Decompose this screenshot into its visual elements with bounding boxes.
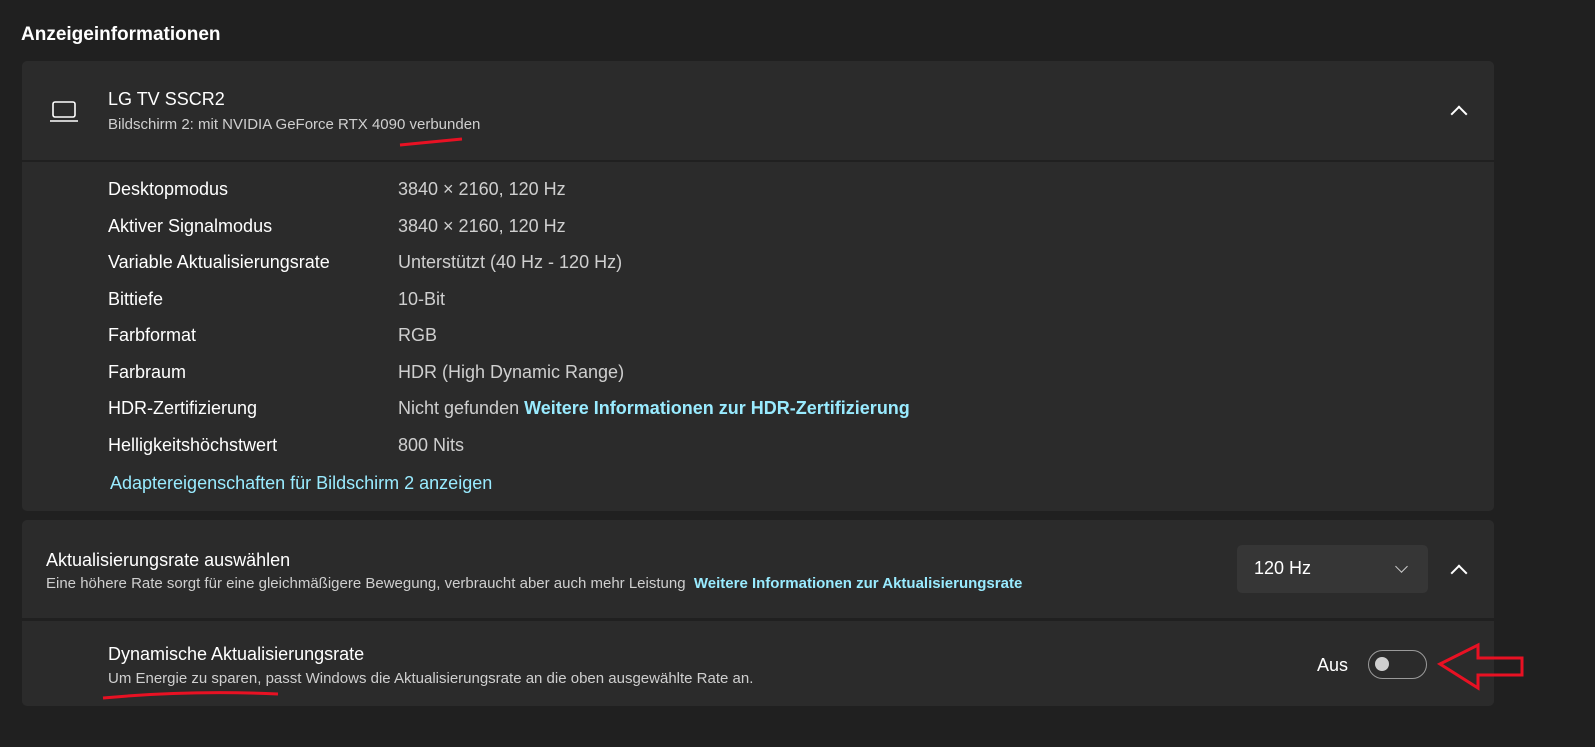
detail-row: Farbformat RGB (108, 325, 1108, 355)
toggle-state-label: Aus (1317, 655, 1349, 675)
section-title: Anzeigeinformationen (21, 24, 221, 45)
chevron-down-icon (1395, 560, 1408, 573)
detail-label: Variable Aktualisierungsrate (108, 252, 330, 272)
display-subtitle: Bildschirm 2: mit NVIDIA GeForce RTX 409… (108, 116, 481, 133)
chevron-up-icon[interactable] (1450, 105, 1468, 123)
detail-row: Farbraum HDR (High Dynamic Range) (108, 362, 1108, 392)
detail-value: 3840 × 2160, 120 Hz (398, 179, 566, 200)
detail-value: 3840 × 2160, 120 Hz (398, 216, 566, 237)
dynamic-refresh-row: Dynamische Aktualisierungsrate Um Energi… (22, 621, 1494, 706)
detail-row: Bittiefe 10-Bit (108, 289, 1108, 319)
refresh-rate-value: 120 Hz (1254, 558, 1312, 578)
dynamic-desc: Um Energie zu sparen, passt Windows die … (108, 670, 754, 687)
detail-row: Helligkeitshöchstwert 800 Nits (108, 435, 1108, 465)
display-name: LG TV SSCR2 (108, 89, 225, 109)
detail-label: Farbraum (108, 361, 187, 382)
detail-label: HDR-Zertifizierung (108, 398, 258, 418)
detail-row: Desktopmodus 3840 × 2160, 120 Hz (108, 179, 1108, 209)
detail-value-text: HDR (High Dynamic Range) (398, 361, 625, 382)
detail-label: Helligkeitshöchstwert (108, 434, 278, 455)
detail-value-text: Unterstützt (40 Hz - 120 Hz) (398, 252, 623, 272)
detail-value: HDR (High Dynamic Range) (398, 362, 624, 383)
detail-value-text: 3840 × 2160, 120 Hz (398, 179, 566, 199)
dynamic-title: Dynamische Aktualisierungsrate (108, 644, 365, 664)
detail-value: Unterstützt (40 Hz - 120 Hz) (398, 252, 622, 273)
detail-value: RGB (398, 325, 437, 346)
detail-label: Bittiefe (108, 288, 164, 309)
detail-value-text: 3840 × 2160, 120 Hz (398, 215, 566, 236)
dynamic-refresh-toggle[interactable] (1368, 650, 1427, 679)
detail-row: Variable Aktualisierungsrate Unterstützt … (108, 252, 1108, 282)
detail-row: Aktiver Signalmodus 3840 × 2160, 120 Hz (108, 216, 1108, 246)
refresh-rate-dropdown[interactable]: 120 Hz (1237, 545, 1428, 593)
detail-label: Desktopmodus (108, 179, 229, 199)
detail-value: Nicht gefunden Weitere Informationen zur… (398, 398, 910, 419)
adapter-properties-link[interactable]: Adaptereigenschaften für Bildschirm 2 an… (110, 473, 492, 494)
chevron-up-icon[interactable] (1450, 564, 1468, 582)
detail-label: Farbformat (108, 325, 197, 345)
refresh-info-link[interactable]: Weitere Informationen zur Aktualisierung… (694, 575, 1022, 592)
detail-value: 10-Bit (398, 289, 445, 310)
detail-value-text: RGB (398, 325, 438, 345)
hdr-info-link[interactable]: Weitere Informationen zur HDR-Zertifizie… (524, 398, 910, 418)
refresh-title: Aktualisierungsrate auswählen (46, 550, 291, 570)
detail-row: HDR-Zertifizierung Nicht gefunden Weitere… (108, 398, 1108, 428)
toggle-knob (1375, 657, 1389, 671)
detail-value-text: Nicht gefunden (398, 398, 520, 418)
refresh-desc: Eine höhere Rate sorgt für eine gleichmä… (46, 575, 686, 592)
detail-value-text: 800 Nits (398, 434, 465, 455)
detail-label: Aktiver Signalmodus (108, 215, 273, 236)
display-header[interactable]: LG TV SSCR2 Bildschirm 2: mit NVIDIA GeF… (22, 61, 1494, 160)
detail-value: 800 Nits (398, 435, 464, 456)
detail-value-text: 10-Bit (398, 288, 446, 309)
laptop-icon (50, 101, 78, 122)
